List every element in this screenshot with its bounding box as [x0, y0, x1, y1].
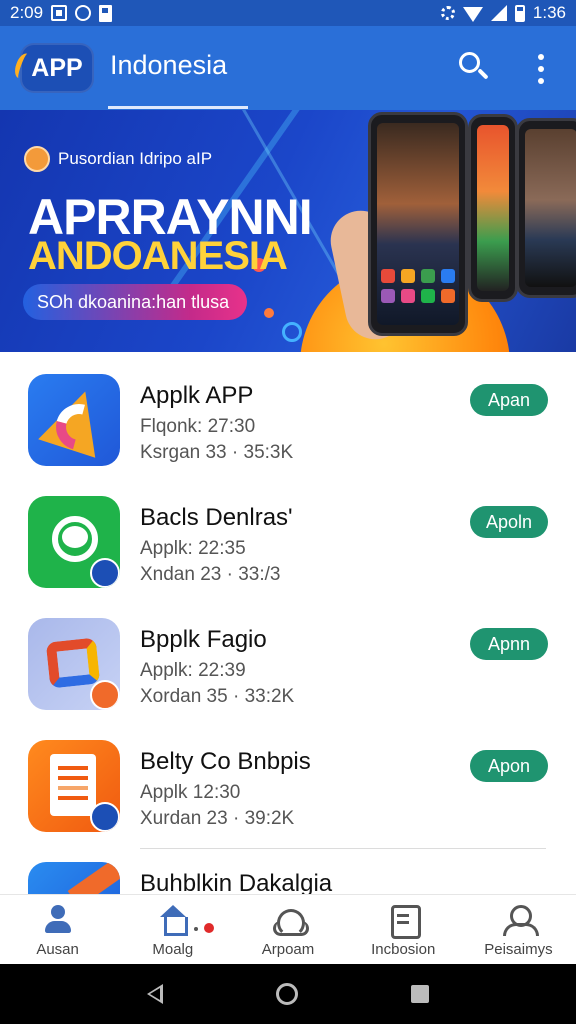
app-name: Bpplk Fagio — [140, 626, 267, 653]
sim-card-icon — [99, 4, 113, 22]
nav-item-incbosion[interactable]: Incbosion — [346, 895, 461, 964]
battery-text: 1:36 — [532, 3, 566, 22]
banner-cta-button[interactable]: SOh dkoanina:han tlusa — [23, 284, 247, 320]
more-vert-icon — [538, 54, 544, 60]
open-button[interactable]: Apon — [470, 750, 548, 782]
app-meta: Applk: 22:39 — [140, 660, 246, 681]
recents-icon[interactable] — [411, 985, 430, 1003]
app-icon — [28, 496, 120, 588]
app-meta-secondary: Xordan 35 · 33:2K — [140, 686, 295, 707]
cloud-icon — [271, 905, 309, 937]
open-button[interactable]: Apan — [470, 384, 548, 416]
people-icon — [41, 905, 75, 935]
signal-icon — [490, 5, 507, 21]
open-button[interactable]: Apoln — [470, 506, 548, 538]
status-right: 1:36 — [440, 3, 566, 23]
more-vert-icon-dot — [538, 78, 544, 84]
page-title: Indonesia — [110, 50, 228, 80]
app-meta: Applk: 22:35 — [140, 538, 246, 559]
status-left: 2:09 — [10, 3, 113, 23]
promo-banner[interactable]: Pusordian Idripo aIP APRRAYNNI ANDOANESI… — [0, 110, 576, 352]
nav-item-peisaimys[interactable]: Peisaimys — [461, 895, 576, 964]
app-bar: APP Indonesia — [0, 26, 576, 110]
list-item[interactable]: Buhblkin Dakalgia — [0, 840, 576, 894]
app-meta-secondary: Ksrgan 33 · 35:3K — [140, 442, 294, 463]
nav-item-ausan[interactable]: Ausan — [0, 895, 115, 964]
wifi-icon — [462, 6, 483, 22]
app-meta: Applk 12:30 — [140, 782, 241, 803]
list-item[interactable]: Bpplk Fagio Applk: 22:39 Xordan 35 · 33:… — [0, 596, 576, 718]
banner-headline-secondary: ANDOANESIA — [28, 234, 288, 278]
banner-badge: Pusordian Idripo aIP — [24, 146, 212, 172]
list-item[interactable]: Applk APP Flqonk: 27:30 Ksrgan 33 · 35:3… — [0, 352, 576, 474]
phone-illustration — [368, 112, 468, 336]
more-vert-icon-dot — [538, 66, 544, 72]
screenshot-notification-icon — [51, 5, 68, 21]
indicator-dot — [193, 927, 198, 931]
back-icon[interactable] — [146, 984, 163, 1004]
nav-label: Arpoam — [261, 941, 315, 958]
app-icon — [28, 862, 120, 894]
overflow-menu-button[interactable] — [530, 54, 552, 84]
home-icon — [156, 905, 214, 936]
search-icon — [459, 52, 480, 73]
home-circle-icon[interactable] — [275, 983, 298, 1005]
app-meta-secondary: Xurdan 23 · 39:2K — [140, 808, 295, 829]
banner-subtitle: Pusordian Idripo aIP — [58, 149, 213, 168]
app-name: Belty Co Bnbpis — [140, 748, 311, 775]
app-list: Applk APP Flqonk: 27:30 Ksrgan 33 · 35:3… — [0, 352, 576, 894]
nav-item-moalg[interactable]: Moalg — [115, 895, 230, 964]
title-underline — [108, 106, 248, 109]
nav-label: Incbosion — [371, 941, 436, 958]
notification-dot — [203, 923, 214, 933]
nav-label: Peisaimys — [484, 941, 553, 958]
app-icon — [28, 740, 120, 832]
box-icon — [386, 905, 422, 939]
open-button[interactable]: Apnn — [470, 628, 548, 660]
settings-status-icon — [440, 6, 455, 20]
banner-decoration — [282, 322, 302, 342]
user-icon — [501, 905, 540, 936]
logo-text: APP — [31, 53, 83, 82]
badge-icon — [90, 558, 120, 588]
app-name: Buhblkin Dakalgia — [140, 870, 333, 894]
app-name: Applk APP — [140, 382, 254, 409]
phone-illustration — [468, 114, 518, 302]
nav-label: Moalg — [152, 941, 194, 958]
app-meta-secondary: Xndan 23 · 33:/3 — [140, 564, 281, 585]
sync-notification-icon — [75, 5, 92, 21]
status-bar: 2:09 1:36 — [0, 0, 576, 26]
app-icon — [28, 374, 120, 466]
app-icon — [28, 618, 120, 710]
status-time: 2:09 — [10, 3, 44, 22]
nav-item-arpoam[interactable]: Arpoam — [230, 895, 345, 964]
avatar-icon — [24, 146, 50, 172]
nav-label: Ausan — [36, 941, 79, 958]
search-icon-handle — [477, 68, 489, 80]
app-meta: Flqonk: 27:30 — [140, 416, 256, 437]
phone-illustration — [516, 118, 576, 298]
badge-icon — [90, 802, 120, 832]
search-button[interactable] — [456, 50, 490, 84]
system-navigation-bar — [0, 964, 576, 1024]
list-item[interactable]: Bacls Denlras' Applk: 22:35 Xndan 23 · 3… — [0, 474, 576, 596]
app-logo[interactable]: APP — [11, 43, 94, 93]
badge-icon — [90, 680, 120, 710]
app-name: Bacls Denlras' — [140, 504, 293, 531]
battery-icon — [514, 4, 525, 22]
banner-decoration — [264, 308, 274, 318]
list-item[interactable]: Belty Co Bnbpis Applk 12:30 Xurdan 23 · … — [0, 718, 576, 840]
bottom-navigation: Ausan Moalg Arpoam Incbosion Peisaimys — [0, 894, 576, 964]
